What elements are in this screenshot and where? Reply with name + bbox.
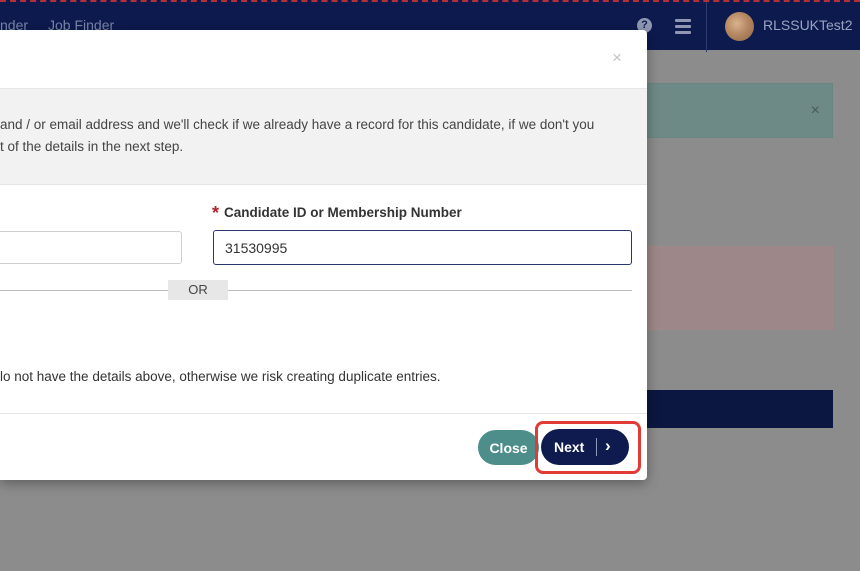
next-button[interactable]: Next ›: [541, 429, 629, 465]
candidate-id-input[interactable]: [213, 230, 632, 265]
avatar[interactable]: [725, 12, 754, 41]
navbar-divider: [706, 2, 707, 52]
modal-intro-panel: and / or email address and we'll check i…: [0, 88, 647, 185]
chevron-right-icon: ›: [605, 436, 611, 455]
close-button[interactable]: Close: [478, 430, 539, 465]
intro-text-line-2: t of the details in the next step.: [0, 139, 184, 154]
candidate-lookup-modal: × and / or email address and we'll check…: [0, 30, 647, 480]
modal-footer-divider: [0, 413, 647, 414]
required-marker: *: [212, 203, 220, 223]
or-divider-line: [0, 290, 632, 291]
alert-close-icon: ×: [810, 102, 820, 119]
background-navy-bar: [640, 390, 833, 428]
hamburger-menu-icon[interactable]: [675, 19, 691, 37]
modal-close-icon[interactable]: ×: [612, 48, 622, 68]
intro-text-line-1: and / or email address and we'll check i…: [0, 117, 595, 132]
next-button-label: Next: [554, 439, 585, 455]
background-info-alert: ×: [640, 83, 833, 138]
candidate-id-label: * Candidate ID or Membership Number: [212, 203, 462, 224]
candidate-id-label-text: Candidate ID or Membership Number: [224, 205, 462, 220]
user-name[interactable]: RLSSUKTest2: [763, 17, 852, 33]
duplicate-warning-text: lo not have the details above, otherwise…: [0, 369, 441, 384]
background-error-alert: [640, 246, 833, 330]
or-divider-label: OR: [168, 280, 228, 300]
candidate-name-field[interactable]: [0, 231, 182, 264]
next-button-separator: [596, 438, 597, 456]
